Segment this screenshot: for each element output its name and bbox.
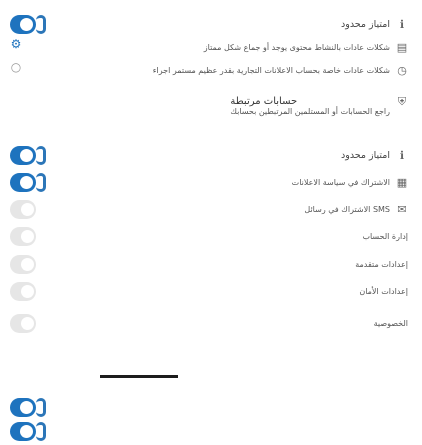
row-limited-2[interactable]: ℹ امتياز محدود (341, 146, 408, 164)
row-advanced[interactable]: إعدادات متقدمة (355, 255, 408, 273)
row-label: الاشتراك في سياسة الاعلانات (291, 177, 390, 187)
row-conditions-2[interactable]: ◷ شكلات عادات خاصة بحساب الاعلانات التجا… (153, 61, 408, 79)
toggle-1[interactable] (10, 15, 36, 34)
shield-icon: ⛨ (397, 95, 407, 108)
row-label: إعدادات الأمان (359, 286, 408, 296)
toggle-2[interactable] (10, 146, 36, 165)
toggle-5-disabled (10, 227, 36, 246)
row-label: إدارة الحساب (362, 231, 408, 241)
circle-icon[interactable]: ○ (9, 60, 23, 74)
row-account-manage[interactable]: إدارة الحساب (362, 227, 408, 245)
row-label: امتياز محدود (341, 149, 390, 161)
toggle-10-tail (36, 422, 46, 441)
clock-icon: ◷ (397, 63, 407, 77)
slider-track[interactable] (100, 375, 178, 378)
toggle-4-disabled (10, 200, 36, 219)
row-sms[interactable]: ✉ SMS الاشتراك في رسائل (304, 200, 408, 218)
toggle-1-tail (36, 15, 46, 34)
toggle-2-tail (36, 146, 46, 165)
row-ads-policy[interactable]: ▦ الاشتراك في سياسة الاعلانات (292, 173, 408, 191)
row-label: الخصوصية (373, 318, 408, 328)
row-conditions-1[interactable]: ▤ شكلات عادات بالنشاط محتوى يوجد أو جماع… (204, 38, 408, 56)
info-icon: ℹ (399, 148, 405, 162)
row-privacy[interactable]: الخصوصية (374, 314, 408, 332)
row-label: امتياز محدود (341, 18, 390, 30)
toggle-3[interactable] (10, 173, 36, 192)
row-security[interactable]: إعدادات الأمان (359, 282, 408, 300)
toggle-10[interactable] (10, 422, 36, 441)
linked-accounts-title: حسابات مرتبطة (230, 96, 298, 107)
row-label: شكلات عادات بالنشاط محتوى يوجد أو جماع ش… (203, 42, 390, 52)
row-label: إعدادات متقدمة (355, 259, 408, 269)
row-linked-accounts[interactable]: ⛨ حسابات مرتبطة راجع الحسابات أو المستلم… (230, 95, 408, 126)
linked-accounts-subtitle: راجع الحسابات أو المستلمين المرتبطين بحس… (230, 107, 390, 116)
list-icon: ▤ (396, 40, 408, 54)
info-icon: ℹ (399, 17, 405, 31)
calendar-icon: ▦ (396, 175, 408, 189)
toggle-7-disabled (10, 282, 36, 301)
toggle-9[interactable] (10, 398, 36, 417)
toggle-3-tail (36, 173, 46, 192)
toggle-6-disabled (10, 255, 36, 274)
toggle-9-tail (36, 398, 46, 417)
settings-icon[interactable]: ⚙ (9, 37, 23, 51)
row-label: شكلات عادات خاصة بحساب الاعلانات التجاري… (152, 65, 390, 75)
row-label: SMS الاشتراك في رسائل (304, 204, 390, 214)
toggle-8-disabled (10, 314, 36, 333)
message-icon: ✉ (397, 202, 407, 216)
row-limited-1[interactable]: ℹ امتياز محدود (341, 15, 408, 33)
